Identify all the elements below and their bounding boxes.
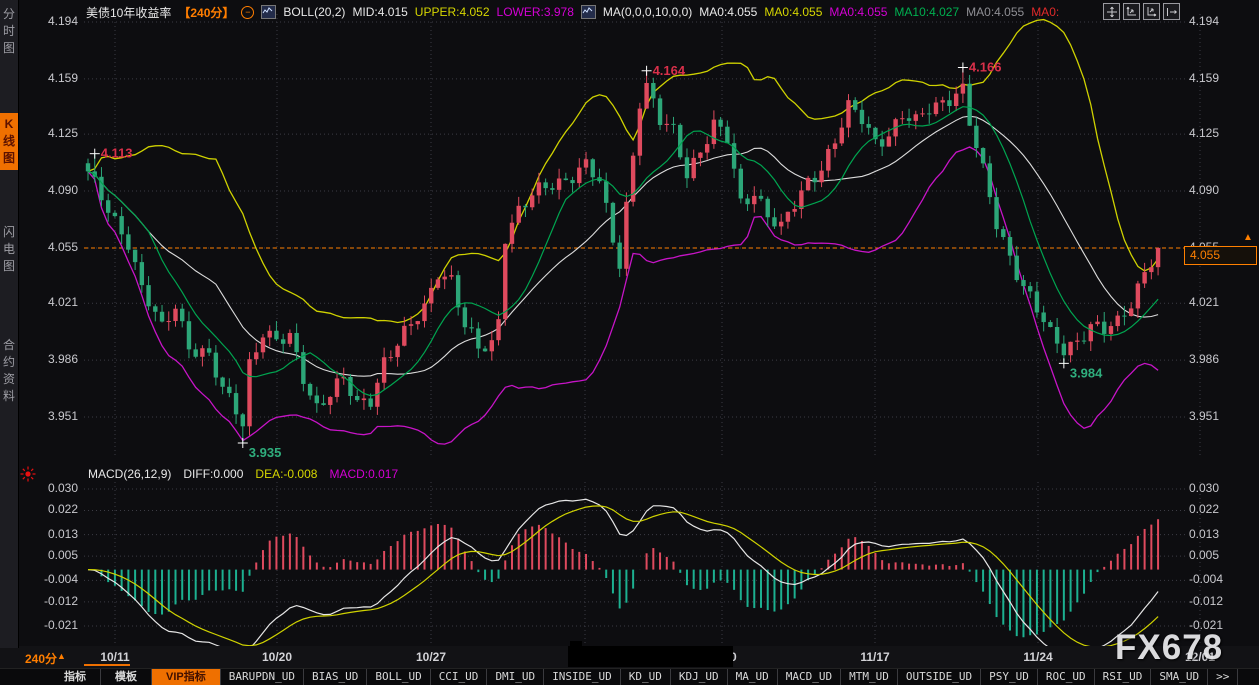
- macd-header: MACD(26,12,9) DIFF:0.000 DEA:-0.008 MACD…: [88, 467, 398, 481]
- tab-INSIDE_UD[interactable]: INSIDE_UD: [544, 669, 621, 685]
- current-price-tag: 4.055: [1184, 246, 1257, 265]
- tab-ROC_UD[interactable]: ROC_UD: [1038, 669, 1095, 685]
- ma-values-group: MA0:4.055 MA0:4.055 MA0:4.055 MA10:4.027 MA0…: [699, 5, 1059, 19]
- sidebar-item-闪电图[interactable]: 闪电图: [0, 224, 18, 275]
- boll-lower-value: LOWER:3.978: [497, 5, 574, 19]
- ma-value: MA0:4.055: [699, 5, 757, 19]
- tab-MTM_UD[interactable]: MTM_UD: [841, 669, 898, 685]
- axis-pan-icon[interactable]: [1143, 3, 1160, 20]
- tab-VIP指标[interactable]: VIP指标: [152, 669, 221, 685]
- ma-label: MA(0,0,0,10,0,0): [603, 5, 692, 19]
- tab-模板[interactable]: 模板: [101, 669, 152, 685]
- ma-value: MA0:4.055: [966, 5, 1024, 19]
- chart-toolbar-icons: [1103, 3, 1180, 20]
- period-badge[interactable]: 【240分】: [178, 4, 234, 21]
- tab-BOLL_UD[interactable]: BOLL_UD: [367, 669, 430, 685]
- svg-text:4.164: 4.164: [653, 63, 686, 78]
- tab-MA_UD[interactable]: MA_UD: [728, 669, 778, 685]
- sidebar-item-合约资料[interactable]: 合约资料: [0, 337, 18, 405]
- tab-BARUPDN_UD[interactable]: BARUPDN_UD: [221, 669, 304, 685]
- tab-OUTSIDE_UD[interactable]: OUTSIDE_UD: [898, 669, 981, 685]
- sidebar-item-K线图[interactable]: K线图: [0, 113, 18, 170]
- ma-value: MA0:: [1031, 5, 1059, 19]
- tab-KDJ_UD[interactable]: KDJ_UD: [671, 669, 728, 685]
- boll-label: BOLL(20,2): [283, 5, 345, 19]
- pan-icon[interactable]: [1103, 3, 1120, 20]
- alert-burst-icon[interactable]: [20, 466, 36, 482]
- macd-macd-value: MACD:0.017: [329, 467, 398, 481]
- tab-PSY_UD[interactable]: PSY_UD: [981, 669, 1038, 685]
- svg-text:3.935: 3.935: [249, 445, 282, 460]
- chart-application-window: 4.1133.9354.1644.1663.984 分时图K线图闪电图合约资料 …: [0, 0, 1259, 685]
- macd-diff-value: DIFF:0.000: [183, 467, 243, 481]
- tab-SMA_UD[interactable]: SMA_UD: [1151, 669, 1208, 685]
- period-expand-icon[interactable]: ▲: [57, 651, 66, 661]
- left-sidebar: 分时图 K线图闪电图合约资料: [0, 0, 19, 648]
- axis-scale-icon[interactable]: [1123, 3, 1140, 20]
- kline-macd-chart[interactable]: 4.113 3.935 4.164 4.166 3.984: [0, 0, 1259, 685]
- sidebar-item-分时图[interactable]: 分时图: [0, 6, 18, 57]
- tab-KD_UD[interactable]: KD_UD: [621, 669, 671, 685]
- tab-DMI_UD[interactable]: DMI_UD: [487, 669, 544, 685]
- price-marker-icon: ▲: [1243, 232, 1253, 243]
- tab-指标[interactable]: 指标: [50, 669, 101, 685]
- ma-value: MA0:4.055: [764, 5, 822, 19]
- boll-upper-value: UPPER:4.052: [415, 5, 490, 19]
- collapse-icon[interactable]: −: [241, 6, 254, 19]
- period-label[interactable]: 240分: [25, 650, 57, 667]
- svg-text:4.113: 4.113: [101, 146, 133, 161]
- tab->>[interactable]: >>: [1208, 669, 1238, 685]
- svg-text:3.984: 3.984: [1070, 365, 1103, 380]
- boll-mid-value: MID:4.015: [352, 5, 407, 19]
- fx678-watermark: FX678: [1115, 628, 1223, 668]
- svg-text:4.166: 4.166: [969, 60, 1002, 75]
- tab-CCI_UD[interactable]: CCI_UD: [431, 669, 488, 685]
- redaction-box: [568, 646, 733, 667]
- tab-BIAS_UD[interactable]: BIAS_UD: [304, 669, 367, 685]
- redaction-notch: [570, 641, 582, 647]
- macd-dea-value: DEA:-0.008: [255, 467, 317, 481]
- page-title: 美债10年收益率: [86, 4, 171, 21]
- indicator-tab-bar: 指标模板VIP指标BARUPDN_UDBIAS_UDBOLL_UDCCI_UDD…: [0, 668, 1259, 685]
- ma-value: MA0:4.055: [829, 5, 887, 19]
- chart-header: 美债10年收益率 【240分】 − BOLL(20,2) MID:4.015 U…: [86, 4, 1059, 20]
- tab-RSI_UD[interactable]: RSI_UD: [1095, 669, 1152, 685]
- scrollbar-handle[interactable]: [84, 664, 130, 666]
- ma-value: MA10:4.027: [894, 5, 959, 19]
- export-icon[interactable]: [1163, 3, 1180, 20]
- ma-indicator-icon[interactable]: [581, 5, 596, 19]
- boll-indicator-icon[interactable]: [261, 5, 276, 19]
- tab-MACD_UD[interactable]: MACD_UD: [778, 669, 841, 685]
- macd-label: MACD(26,12,9): [88, 467, 171, 481]
